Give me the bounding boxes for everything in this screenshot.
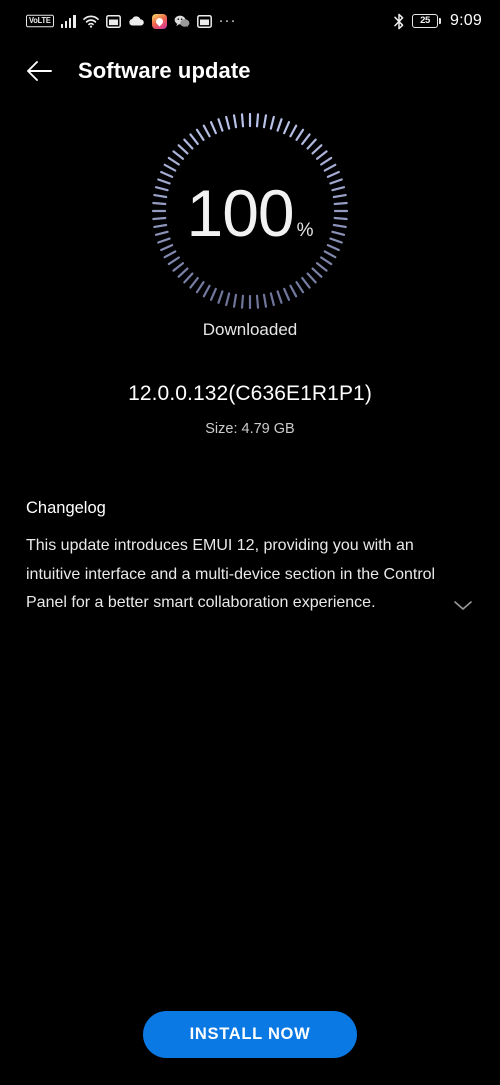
status-bar-left: VoLTE ··· (26, 12, 237, 29)
arrow-left-icon (26, 60, 53, 82)
footer-bar: INSTALL NOW (0, 1011, 500, 1058)
wechat-icon (174, 15, 190, 28)
page-title: Software update (78, 58, 251, 83)
changelog-body: This update introduces EMUI 12, providin… (26, 537, 436, 611)
signal-bars-icon (60, 14, 76, 28)
download-status-label: Downloaded (202, 320, 298, 339)
back-button[interactable] (24, 56, 54, 86)
install-now-button[interactable]: INSTALL NOW (143, 1011, 357, 1058)
changelog-section: Changelog This update introduces EMUI 12… (0, 499, 500, 618)
battery-level-label: 25 (420, 15, 431, 27)
update-size-label: Size: 4.79 GB (205, 421, 295, 437)
changelog-title: Changelog (26, 499, 106, 517)
window-card-icon (105, 14, 121, 28)
more-dots-icon: ··· (218, 12, 237, 29)
status-bar-right: 25 9:09 (393, 12, 482, 30)
progress-ring: 100 % (150, 111, 350, 311)
download-progress-section: 100 % (0, 106, 500, 316)
battery-icon: 25 (412, 14, 442, 28)
progress-ring-center: 100 % (150, 111, 350, 311)
bluetooth-icon (393, 13, 405, 30)
window-card-icon-2 (196, 14, 212, 28)
location-pin-app-icon (151, 13, 167, 29)
app-bar: Software update (0, 42, 500, 100)
progress-percent-sign: % (296, 220, 314, 241)
status-bar: VoLTE ··· 25 9:09 (0, 0, 500, 42)
progress-percent-value: 100 (186, 176, 294, 250)
update-version-label: 12.0.0.132(C636E1R1P1) (128, 382, 372, 405)
volte-icon: VoLTE (26, 14, 54, 28)
status-bar-clock: 9:09 (450, 12, 482, 29)
wifi-icon (82, 14, 99, 28)
chevron-down-icon[interactable] (452, 598, 474, 612)
cloud-icon (128, 15, 145, 27)
